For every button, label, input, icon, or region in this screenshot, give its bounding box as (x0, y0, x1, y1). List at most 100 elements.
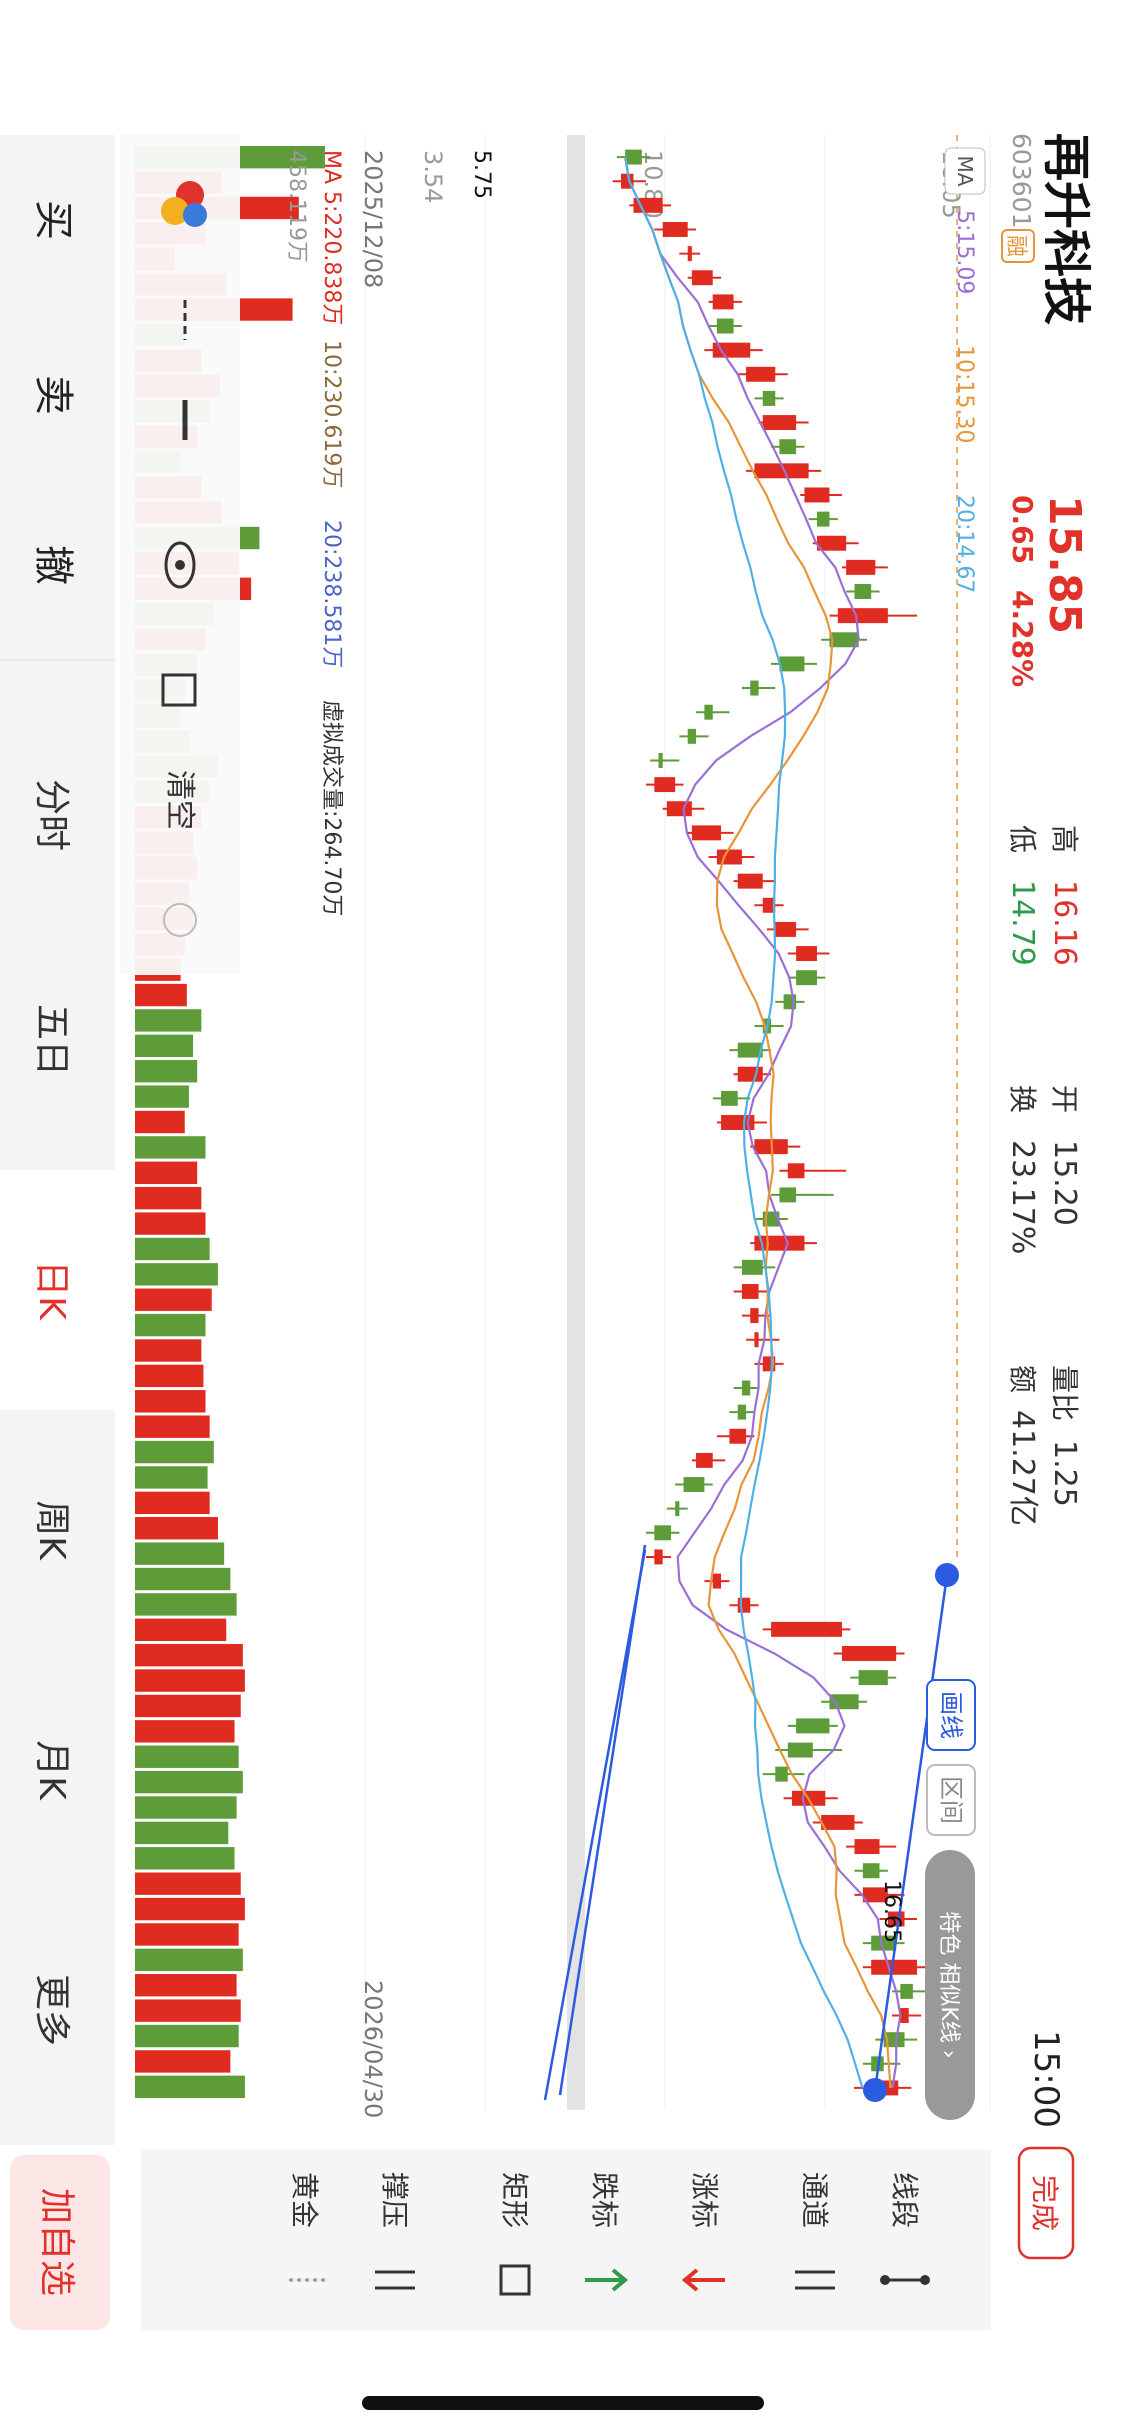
vol-ma5-label: MA 5:220.838万 (319, 150, 344, 325)
sell-button[interactable]: 卖 (30, 375, 76, 415)
volume-bar (134, 1593, 237, 1616)
tool-panel (141, 2150, 991, 2330)
tool-label[interactable]: 通道 (798, 2172, 831, 2228)
tool-label[interactable]: 涨标 (688, 2172, 721, 2228)
cancel-order-button[interactable]: 撤 (30, 545, 76, 585)
tab-label[interactable]: 日K (31, 1260, 72, 1321)
candle-body (737, 1404, 747, 1420)
volume-bar (135, 2075, 245, 2098)
candle-body (741, 1380, 751, 1396)
candle (762, 1621, 851, 1637)
price-change-pct: 4.28% (1006, 590, 1039, 687)
vol-ma20-label: 20:238.581万 (319, 520, 344, 668)
home-indicator (362, 2396, 764, 2410)
volume-bar (134, 1517, 218, 1540)
tab-3[interactable]: 周K (31, 1500, 72, 1561)
amount-value: 41.27亿 (1005, 1410, 1040, 1526)
buy-button[interactable]: 买 (30, 200, 76, 240)
volume-bar (135, 1847, 235, 1870)
volume-bar (135, 2050, 231, 2073)
high-value: 16.16 (1047, 880, 1082, 966)
candle-body (687, 246, 692, 262)
volume-bar (135, 1872, 241, 1895)
candle-body (762, 390, 776, 406)
candle-body (771, 1621, 842, 1637)
candle-body (779, 1187, 797, 1203)
turnover-value: 23.17% (1005, 1140, 1040, 1254)
vol-max-label: 458.119万 (284, 150, 309, 263)
color-icon-3 (183, 203, 207, 227)
range-label[interactable]: 区间 (937, 1776, 965, 1824)
volume-bar (134, 1643, 243, 1667)
similar-k-label[interactable]: 特色 相似K线 › (936, 1911, 961, 2058)
volume-bar (134, 1009, 202, 1032)
volume-bar (134, 1212, 206, 1235)
candle-body (712, 294, 734, 310)
volume-bar (134, 1440, 214, 1464)
tab-0[interactable]: 分时 (31, 779, 72, 851)
candle-body (746, 366, 776, 382)
tool-label[interactable]: 矩形 (498, 2172, 531, 2228)
volume-bar (135, 1567, 231, 1591)
draw-line-label[interactable]: 画线 (937, 1691, 965, 1739)
volume-bar (134, 1186, 202, 1210)
sell-button-label[interactable]: 卖 (30, 375, 76, 415)
candle-body (862, 1863, 880, 1879)
tab-label[interactable]: 月K (31, 1740, 72, 1801)
volume-bar (134, 1237, 210, 1261)
candle-body (721, 1090, 738, 1106)
candle-body (716, 318, 734, 334)
ma-selector-label[interactable]: MA (953, 156, 977, 187)
last-price: 15.85 (1039, 495, 1090, 634)
tab-5[interactable]: 更多 (31, 1974, 72, 2046)
low-label: 低 (1006, 825, 1039, 853)
eye-pupil (175, 560, 185, 570)
high-label: 高 (1048, 825, 1081, 853)
candle-body (737, 1066, 763, 1082)
cancel-order-button-label[interactable]: 撤 (30, 545, 76, 585)
candle-body (775, 1766, 788, 1782)
candle-body (704, 704, 713, 720)
buy-button-label[interactable]: 买 (30, 200, 76, 240)
clear-label[interactable]: 清空 (162, 770, 197, 830)
candle-body (779, 656, 805, 672)
volume-bar (134, 1770, 243, 1794)
tab-label[interactable]: 周K (31, 1500, 72, 1561)
candle-body (666, 801, 692, 817)
candle-body (691, 270, 713, 286)
volume-bar (135, 1161, 198, 1184)
tab-label[interactable]: 分时 (31, 779, 72, 851)
tab-1[interactable]: 五日 (31, 1004, 72, 1076)
volume-ratio-value: 1.25 (1047, 1440, 1082, 1507)
tab-2[interactable]: 日K (0, 1170, 115, 1410)
tool-label[interactable]: 撑压 (378, 2172, 411, 2228)
done-button-label[interactable]: 完成 (1028, 2175, 1061, 2231)
highlight-band (567, 135, 585, 2110)
tab-label[interactable]: 五日 (31, 1004, 72, 1076)
tab-4[interactable]: 月K (31, 1740, 72, 1801)
date-start: 2025/12/08 (359, 150, 387, 288)
candle-body (854, 584, 872, 599)
candle-body (729, 1428, 747, 1444)
trend-handle-end[interactable] (863, 2078, 887, 2102)
candle-body (741, 1283, 759, 1299)
landscape-view: 再升科技603601 融 15.850.65 4.28% 高 16.16 低 14.79 开 15… (0, 0, 1125, 2436)
volume-bar (134, 1948, 243, 1972)
vol-ma10-label: 10:230.619万 (319, 340, 344, 488)
ma20-label: 20:14.67 (952, 495, 977, 593)
candle-body (854, 1839, 880, 1855)
add-watchlist-label[interactable]: 加自选 (36, 2188, 77, 2296)
trend-handle-start[interactable] (935, 1563, 959, 1587)
candle-body (816, 511, 830, 527)
volume-bar (135, 1897, 245, 1921)
tool-label[interactable]: 线段 (888, 2172, 921, 2228)
volume-bar (135, 1085, 189, 1108)
bottom-nav-bg (0, 135, 115, 2145)
tool-label[interactable]: 跌标 (588, 2172, 621, 2228)
tab-label[interactable]: 更多 (31, 1974, 72, 2046)
stock-code: 603601 (1007, 133, 1036, 228)
tool-label[interactable]: 黄金 (288, 2172, 321, 2228)
chart-toolbar: 画线区间特色 相似K线 › (925, 1679, 976, 2120)
volume-bar (134, 1390, 206, 1413)
candle-body (675, 1501, 680, 1517)
